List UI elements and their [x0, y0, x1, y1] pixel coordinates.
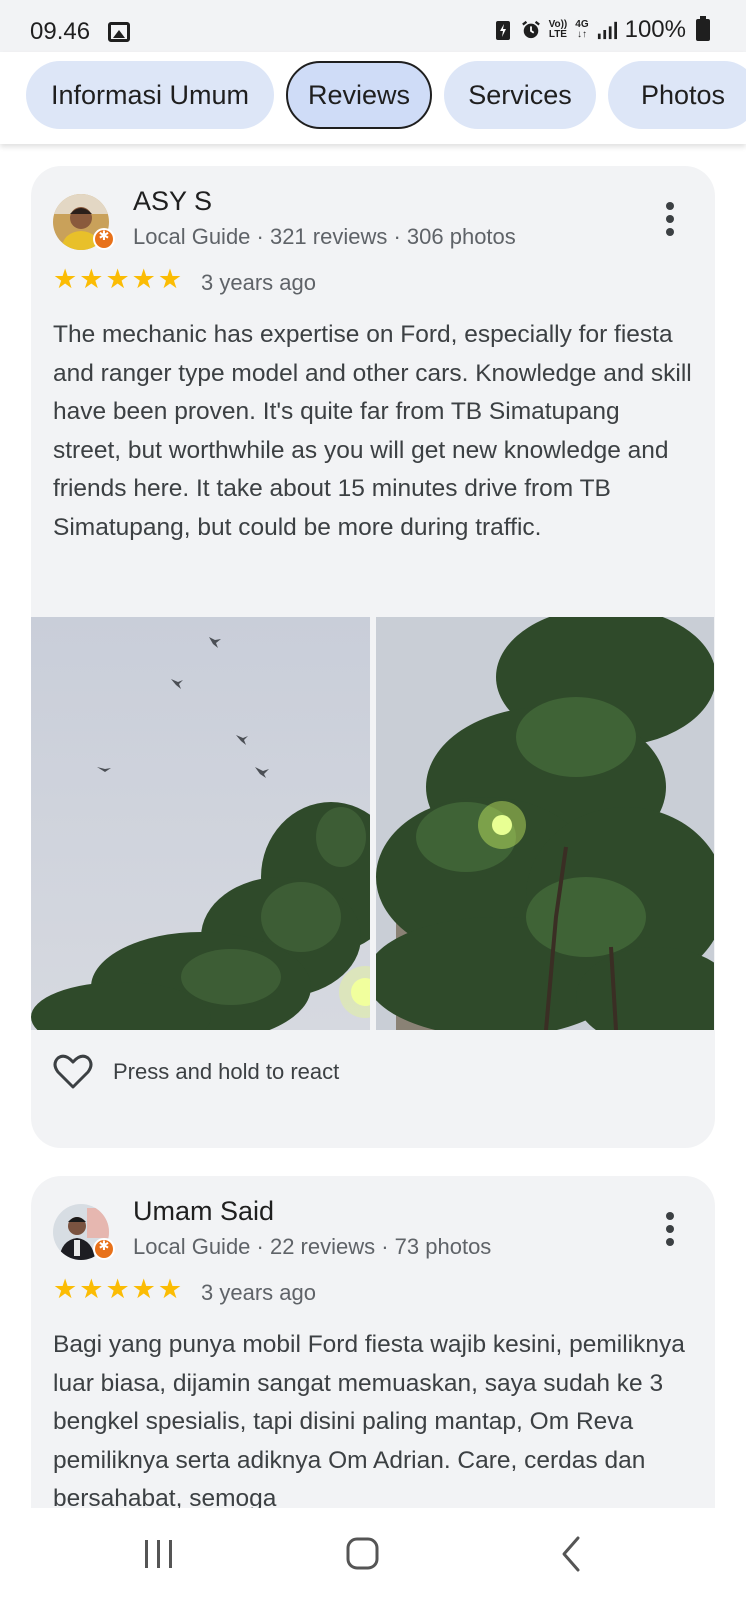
review-text[interactable]: Bagi yang punya mobil Ford fiesta wajib …	[53, 1326, 693, 1519]
more-options-icon[interactable]	[665, 202, 675, 236]
star-icon: ★	[131, 264, 156, 295]
signal-icon	[597, 21, 617, 40]
react-label: Press and hold to react	[113, 1059, 340, 1084]
star-icon: ★	[79, 1274, 104, 1305]
tab-label: Reviews	[307, 79, 411, 110]
more-options-icon[interactable]	[665, 1212, 675, 1246]
reviewer-meta: Local Guide · 321 reviews · 306 photos	[133, 224, 516, 249]
network-4g-icon: 4G ↓↑	[575, 19, 589, 40]
star-icon: ★	[53, 1274, 78, 1305]
tab-reviews[interactable]: Reviews	[286, 61, 432, 129]
gallery-icon	[108, 22, 130, 42]
star-icon: ★	[105, 264, 130, 295]
tab-photos[interactable]: Photos	[608, 61, 746, 129]
tab-informasi-umum[interactable]: Informasi Umum	[26, 61, 274, 129]
heart-icon	[53, 1054, 93, 1089]
review-text[interactable]: The mechanic has expertise on Ford, espe…	[53, 316, 693, 547]
status-bar: 09.46 Vo)) LTE 4G ↓↑ 100%	[0, 0, 746, 52]
star-icon: ★	[157, 1274, 183, 1305]
photo-birds-image	[31, 617, 370, 1030]
star-icon: ★	[131, 1274, 156, 1305]
tab-label: Informasi Umum	[50, 79, 250, 110]
battery-icon	[696, 16, 710, 41]
review-time: 3 years ago	[201, 270, 316, 295]
local-guide-badge-icon	[93, 1238, 115, 1260]
recent-apps-icon[interactable]	[128, 1534, 188, 1574]
network-label: 4G	[575, 19, 589, 30]
star-rating: ★ ★ ★ ★ ★	[53, 266, 182, 294]
tab-bar: Informasi Umum Reviews Services Photos	[0, 52, 746, 144]
local-guide-badge-icon	[93, 228, 115, 250]
review-photos	[31, 617, 715, 1030]
volte-icon: Vo)) LTE	[549, 20, 568, 40]
star-icon: ★	[105, 1274, 130, 1305]
reviewer-meta: Local Guide · 22 reviews · 73 photos	[133, 1234, 492, 1259]
star-icon: ★	[53, 264, 78, 295]
star-icon: ★	[79, 264, 104, 295]
star-icon: ★	[157, 264, 183, 295]
review-photo-birds[interactable]	[31, 617, 370, 1030]
home-icon[interactable]	[332, 1534, 392, 1574]
tab-services[interactable]: Services	[444, 61, 596, 129]
react-button[interactable]: Press and hold to react	[53, 1054, 339, 1090]
tab-label: Photos	[640, 79, 726, 110]
star-rating: ★ ★ ★ ★ ★	[53, 1276, 182, 1304]
volte-bottom-label: LTE	[548, 29, 567, 40]
system-nav-bar	[0, 1508, 746, 1600]
back-icon[interactable]	[546, 1534, 606, 1574]
reviewer-name[interactable]: ASY S	[133, 186, 212, 217]
reviewer-name[interactable]: Umam Said	[133, 1196, 274, 1227]
battery-saver-icon	[495, 21, 510, 40]
review-card: ASY S Local Guide · 321 reviews · 306 ph…	[31, 166, 715, 1148]
status-time: 09.46	[30, 18, 91, 45]
review-photo-tree[interactable]	[376, 617, 715, 1030]
alarm-icon	[521, 20, 540, 39]
status-icons: Vo)) LTE 4G ↓↑ 100%	[493, 16, 710, 44]
review-time: 3 years ago	[201, 1280, 316, 1305]
photo-tree-image	[376, 617, 715, 1030]
tab-label: Services	[468, 79, 572, 110]
battery-percent: 100%	[624, 16, 686, 43]
